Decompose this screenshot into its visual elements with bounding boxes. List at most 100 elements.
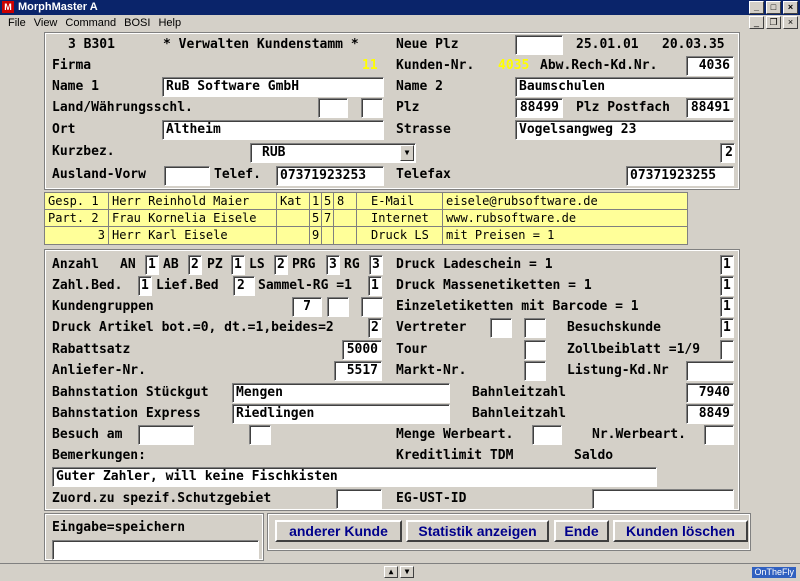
menu-help[interactable]: Help bbox=[154, 15, 185, 31]
vertreter-1-input[interactable] bbox=[490, 318, 512, 338]
zollbeiblatt-input[interactable] bbox=[720, 340, 734, 360]
neue-plz-input[interactable] bbox=[515, 35, 563, 55]
contact-code[interactable]: 5 bbox=[322, 193, 334, 210]
plz-input[interactable]: 88499 bbox=[515, 98, 563, 118]
contact-value[interactable]: eisele@rubsoftware.de bbox=[443, 193, 687, 210]
anzahl-label: Anzahl bbox=[52, 257, 99, 272]
kundengruppe-2-input[interactable] bbox=[327, 297, 349, 317]
besuch-am-2-input[interactable] bbox=[249, 425, 271, 445]
date-2: 20.03.35 bbox=[662, 37, 725, 52]
kunden-loeschen-button[interactable]: Kunden löschen bbox=[613, 520, 748, 542]
ls-input[interactable]: 2 bbox=[274, 255, 288, 275]
contact-name[interactable]: Herr Karl Eisele bbox=[109, 227, 277, 244]
land-input[interactable] bbox=[318, 98, 348, 118]
close-button[interactable]: × bbox=[783, 1, 798, 14]
menge-werbeart-input[interactable] bbox=[532, 425, 562, 445]
strasse-input[interactable]: Vogelsangweg 23 bbox=[515, 120, 734, 140]
contact-code[interactable]: 7 bbox=[322, 210, 334, 227]
bahnleitzahl-2-input[interactable]: 8849 bbox=[686, 404, 734, 424]
besuchskunde-label: Besuchskunde bbox=[567, 320, 661, 335]
vertreter-label: Vertreter bbox=[396, 320, 467, 335]
contact-role[interactable]: 3 bbox=[45, 227, 109, 244]
contact-code[interactable]: 5 bbox=[310, 210, 322, 227]
bahnstation-express-input[interactable]: Riedlingen bbox=[232, 404, 450, 424]
menu-bosi[interactable]: BOSI bbox=[120, 15, 154, 31]
contact-code[interactable]: 8 bbox=[334, 193, 357, 210]
nr-werbeart-input[interactable] bbox=[704, 425, 734, 445]
zahl-bed-input[interactable]: 1 bbox=[138, 276, 152, 296]
ende-button[interactable]: Ende bbox=[554, 520, 609, 542]
minimize-button[interactable]: _ bbox=[749, 1, 764, 14]
druck-masse-input[interactable]: 1 bbox=[720, 276, 734, 296]
plz-postfach-input[interactable]: 88491 bbox=[686, 98, 734, 118]
lief-bed-input[interactable]: 2 bbox=[233, 276, 255, 296]
zuord-schutzgebiet-input[interactable] bbox=[336, 489, 382, 509]
sammel-rg-label: Sammel-RG =1 bbox=[258, 278, 352, 293]
name1-input[interactable]: RuB Software GmbH bbox=[162, 77, 384, 97]
statistik-anzeigen-button[interactable]: Statistik anzeigen bbox=[406, 520, 549, 542]
an-input[interactable]: 1 bbox=[145, 255, 159, 275]
besuch-am-input[interactable] bbox=[138, 425, 194, 445]
listung-kd-nr-input[interactable] bbox=[686, 361, 734, 381]
ab-input[interactable]: 2 bbox=[188, 255, 202, 275]
contact-role[interactable]: Gesp. 1 bbox=[45, 193, 109, 210]
ausland-vorw-input[interactable] bbox=[164, 166, 210, 186]
rg-input[interactable]: 3 bbox=[369, 255, 383, 275]
kundengruppe-1-input[interactable]: 7 bbox=[292, 297, 322, 317]
eingabe-input[interactable] bbox=[52, 540, 259, 560]
pz-input[interactable]: 1 bbox=[231, 255, 245, 275]
sammel-rg-input[interactable]: 1 bbox=[368, 276, 382, 296]
anderer-kunde-button[interactable]: anderer Kunde bbox=[275, 520, 402, 542]
druck-artikel-input[interactable]: 2 bbox=[368, 318, 382, 338]
contact-code[interactable]: 1 bbox=[310, 193, 322, 210]
anliefer-nr-input[interactable]: 5517 bbox=[334, 361, 382, 381]
tour-input[interactable] bbox=[524, 340, 546, 360]
bahnstation-stueckgut-label: Bahnstation Stückgut bbox=[52, 385, 209, 400]
druck-ladeschein-input[interactable]: 1 bbox=[720, 255, 734, 275]
rabattsatz-input[interactable]: 5000 bbox=[342, 340, 382, 360]
telefax-input[interactable]: 07371923255 bbox=[626, 166, 734, 186]
arrow-up-icon[interactable]: ▲ bbox=[384, 566, 398, 578]
menu-view[interactable]: View bbox=[30, 15, 62, 31]
mdi-minimize-button[interactable]: _ bbox=[749, 16, 764, 29]
listung-kd-nr-label: Listung-Kd.Nr bbox=[567, 363, 669, 378]
bahnleitzahl-1-input[interactable]: 7940 bbox=[686, 383, 734, 403]
contact-name[interactable]: Herr Reinhold Maier bbox=[109, 193, 277, 210]
menu-command[interactable]: Command bbox=[61, 15, 120, 31]
prg-input[interactable]: 3 bbox=[326, 255, 340, 275]
ort-input[interactable]: Altheim bbox=[162, 120, 384, 140]
maximize-button[interactable]: □ bbox=[766, 1, 781, 14]
waehrung-input[interactable] bbox=[361, 98, 383, 118]
mdi-restore-button[interactable]: ❐ bbox=[766, 16, 781, 29]
rabattsatz-label: Rabattsatz bbox=[52, 342, 131, 357]
besuchskunde-input[interactable]: 1 bbox=[720, 318, 734, 338]
contact-kat: Kat bbox=[277, 193, 310, 210]
eg-ust-id-input[interactable] bbox=[592, 489, 734, 509]
contact-code[interactable] bbox=[322, 227, 334, 244]
kurzbez-extra-input[interactable]: 2 bbox=[720, 143, 735, 163]
kundengruppe-3-input[interactable] bbox=[361, 297, 383, 317]
telef-input[interactable]: 07371923253 bbox=[276, 166, 384, 186]
bemerkungen-label: Bemerkungen: bbox=[52, 448, 146, 463]
bahnstation-stueckgut-input[interactable]: Mengen bbox=[232, 383, 450, 403]
contact-kat bbox=[277, 210, 310, 227]
kurzbez-select[interactable]: RUB ▼ bbox=[250, 143, 416, 163]
contact-code[interactable]: 9 bbox=[310, 227, 322, 244]
menu-file[interactable]: File bbox=[4, 15, 30, 31]
einzeletiketten-input[interactable]: 1 bbox=[720, 297, 734, 317]
contact-code[interactable] bbox=[334, 210, 357, 227]
name2-input[interactable]: Baumschulen bbox=[515, 77, 734, 97]
mdi-close-button[interactable]: × bbox=[783, 16, 798, 29]
contact-value[interactable]: www.rubsoftware.de bbox=[443, 210, 687, 227]
contact-role[interactable]: Part. 2 bbox=[45, 210, 109, 227]
app-icon[interactable]: M bbox=[2, 1, 14, 13]
chevron-down-icon[interactable]: ▼ bbox=[400, 145, 414, 161]
contact-name[interactable]: Frau Kornelia Eisele bbox=[109, 210, 277, 227]
contact-code[interactable] bbox=[334, 227, 357, 244]
vertreter-2-input[interactable] bbox=[524, 318, 546, 338]
contact-value[interactable]: mit Preisen = 1 bbox=[443, 227, 687, 244]
abw-rech-input[interactable]: 4036 bbox=[686, 56, 734, 76]
markt-nr-input[interactable] bbox=[524, 361, 546, 381]
bemerkungen-input[interactable]: Guter Zahler, will keine Fischkisten bbox=[52, 467, 657, 487]
arrow-down-icon[interactable]: ▼ bbox=[400, 566, 414, 578]
